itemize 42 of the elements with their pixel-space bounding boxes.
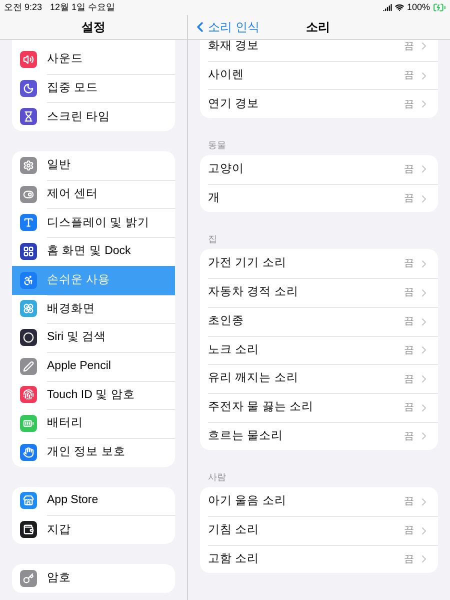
sidebar-item[interactable]: 디스플레이 및 밝기 bbox=[12, 208, 175, 238]
sidebar-item[interactable]: 배터리 bbox=[12, 409, 175, 438]
sound-row[interactable]: 가전 기기 소리 끔 bbox=[208, 249, 438, 278]
section-header: 사람 bbox=[208, 472, 226, 482]
sound-row[interactable]: 고양이 끔 bbox=[208, 155, 438, 184]
sound-row[interactable]: 유리 깨지는 소리 끔 bbox=[208, 364, 438, 393]
sound-row[interactable]: 사이렌 끔 bbox=[208, 60, 438, 90]
sidebar-item[interactable]: 개인 정보 보호 bbox=[12, 438, 175, 467]
status-time: 오전 9:23 bbox=[4, 0, 42, 14]
sidebar-title: 설정 bbox=[82, 19, 106, 36]
sidebar-item[interactable]: 배경화면 bbox=[12, 294, 175, 324]
sidebar-item[interactable]: 암호 bbox=[12, 564, 175, 593]
sidebar-item[interactable]: 지갑 bbox=[12, 515, 175, 544]
sound-row[interactable]: 흐르는 물소리 끔 bbox=[208, 422, 438, 450]
section-header: 동물 bbox=[208, 140, 226, 150]
sidebar-item[interactable]: 일반 bbox=[12, 151, 175, 180]
sidebar-item[interactable]: App Store bbox=[12, 486, 175, 516]
back-button[interactable]: 소리 인식 bbox=[188, 18, 260, 36]
sound-row[interactable]: 초인종 끔 bbox=[208, 306, 438, 336]
sound-row[interactable]: 아기 울음 소리 끔 bbox=[208, 487, 438, 516]
battery-charging-icon bbox=[433, 1, 446, 14]
sidebar-item[interactable]: 사운드 bbox=[12, 45, 175, 74]
sound-row[interactable]: 화재 경보 끔 bbox=[208, 40, 438, 61]
sound-row[interactable]: 노크 소리 끔 bbox=[208, 336, 438, 364]
status-date: 12월 1일 수요일 bbox=[50, 0, 116, 14]
signal-icon bbox=[382, 3, 392, 12]
sidebar-item[interactable]: 스크린 타임 bbox=[12, 102, 175, 132]
sound-row[interactable]: 연기 경보 끔 bbox=[208, 89, 438, 118]
battery-percentage: 100% bbox=[406, 0, 430, 14]
sidebar-item[interactable]: Touch ID 및 암호 bbox=[12, 380, 175, 410]
page-title: 소리 bbox=[306, 19, 330, 36]
sidebar-item[interactable]: Apple Pencil bbox=[12, 352, 175, 381]
sound-row[interactable]: 개 끔 bbox=[208, 184, 438, 212]
sidebar-item[interactable]: Siri 및 검색 bbox=[12, 323, 175, 352]
sound-row[interactable]: 주전자 물 끓는 소리 끔 bbox=[208, 392, 438, 422]
wifi-icon bbox=[394, 3, 404, 12]
sound-row[interactable]: 기침 소리 끔 bbox=[208, 516, 438, 545]
sidebar-item[interactable]: 제어 센터 bbox=[12, 180, 175, 208]
sidebar-item[interactable]: 집중 모드 bbox=[12, 74, 175, 102]
sound-row[interactable]: 고함 소리 끔 bbox=[208, 544, 438, 574]
section-header: 집 bbox=[208, 234, 217, 244]
sound-row[interactable]: 자동차 경적 소리 끔 bbox=[208, 278, 438, 307]
